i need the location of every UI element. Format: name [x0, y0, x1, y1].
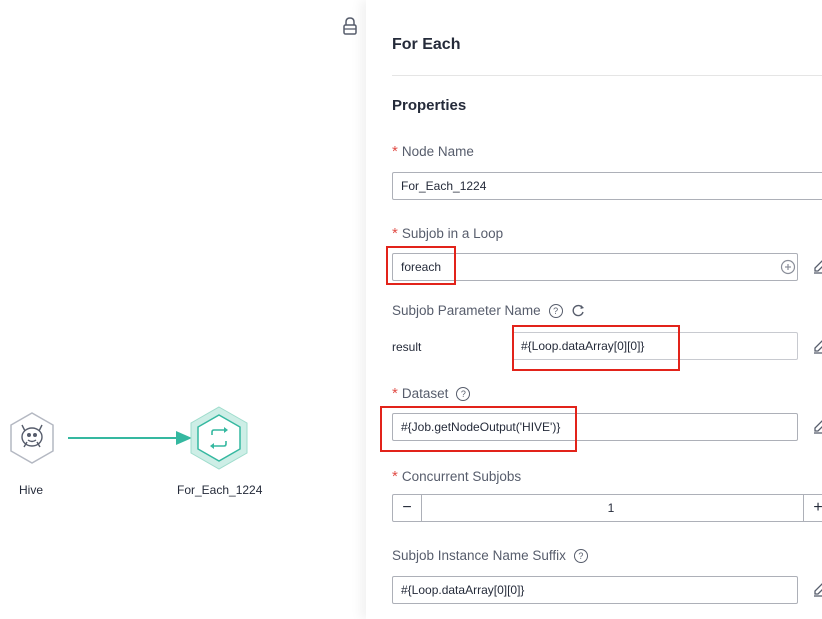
- suffix-label: Subjob Instance Name Suffix?: [392, 548, 588, 563]
- node-name-label: * Node Name: [392, 143, 474, 160]
- edit-icon[interactable]: [812, 338, 822, 354]
- properties-panel: For Each Properties * Node Name For_Each_…: [366, 0, 822, 619]
- concurrent-value[interactable]: 1: [421, 495, 801, 521]
- subjob-label-text: Subjob in a Loop: [401, 226, 504, 241]
- add-circle-icon[interactable]: [780, 259, 796, 275]
- subjob-label: * Subjob in a Loop: [392, 225, 503, 242]
- edit-icon[interactable]: [812, 258, 822, 274]
- section-heading: Properties: [392, 97, 467, 114]
- increment-button[interactable]: +: [803, 495, 822, 521]
- concurrent-label-text: Concurrent Subjobs: [401, 469, 522, 484]
- param-label-text: Subjob Parameter Name: [392, 303, 541, 318]
- required-mark: *: [392, 385, 398, 402]
- lock-icon[interactable]: [341, 16, 359, 36]
- concurrent-stepper[interactable]: − 1 +: [392, 494, 822, 522]
- help-icon[interactable]: ?: [548, 304, 563, 318]
- hive-node[interactable]: [8, 411, 56, 465]
- panel-title: For Each: [392, 36, 461, 53]
- for-each-node-label: For_Each_1224: [177, 483, 263, 497]
- connection-arrow[interactable]: [68, 428, 196, 448]
- help-icon[interactable]: ?: [456, 387, 471, 401]
- node-name-input[interactable]: For_Each_1224: [392, 172, 822, 200]
- dataset-label: * Dataset?: [392, 385, 471, 402]
- edit-icon[interactable]: [812, 418, 822, 434]
- decrement-button[interactable]: −: [393, 495, 422, 521]
- required-mark: *: [392, 143, 398, 160]
- edit-icon[interactable]: [812, 581, 822, 597]
- param-label: Subjob Parameter Name?: [392, 303, 585, 318]
- concurrent-label: * Concurrent Subjobs: [392, 468, 521, 485]
- hive-node-label: Hive: [19, 483, 44, 497]
- highlight-box: [512, 325, 680, 371]
- suffix-label-text: Subjob Instance Name Suffix: [392, 548, 566, 563]
- for-each-node[interactable]: [188, 405, 250, 471]
- refresh-icon[interactable]: [572, 304, 585, 317]
- highlight-box: [386, 246, 456, 285]
- node-name-label-text: Node Name: [401, 144, 474, 159]
- highlight-box: [380, 406, 577, 452]
- workflow-canvas[interactable]: Hive For_Each_1224: [0, 0, 333, 619]
- dataset-label-text: Dataset: [401, 386, 449, 401]
- divider: [392, 75, 822, 76]
- help-icon[interactable]: ?: [573, 549, 588, 563]
- param-key: result: [392, 340, 422, 354]
- required-mark: *: [392, 468, 398, 485]
- suffix-input[interactable]: #{Loop.dataArray[0][0]}: [392, 576, 798, 604]
- required-mark: *: [392, 225, 398, 242]
